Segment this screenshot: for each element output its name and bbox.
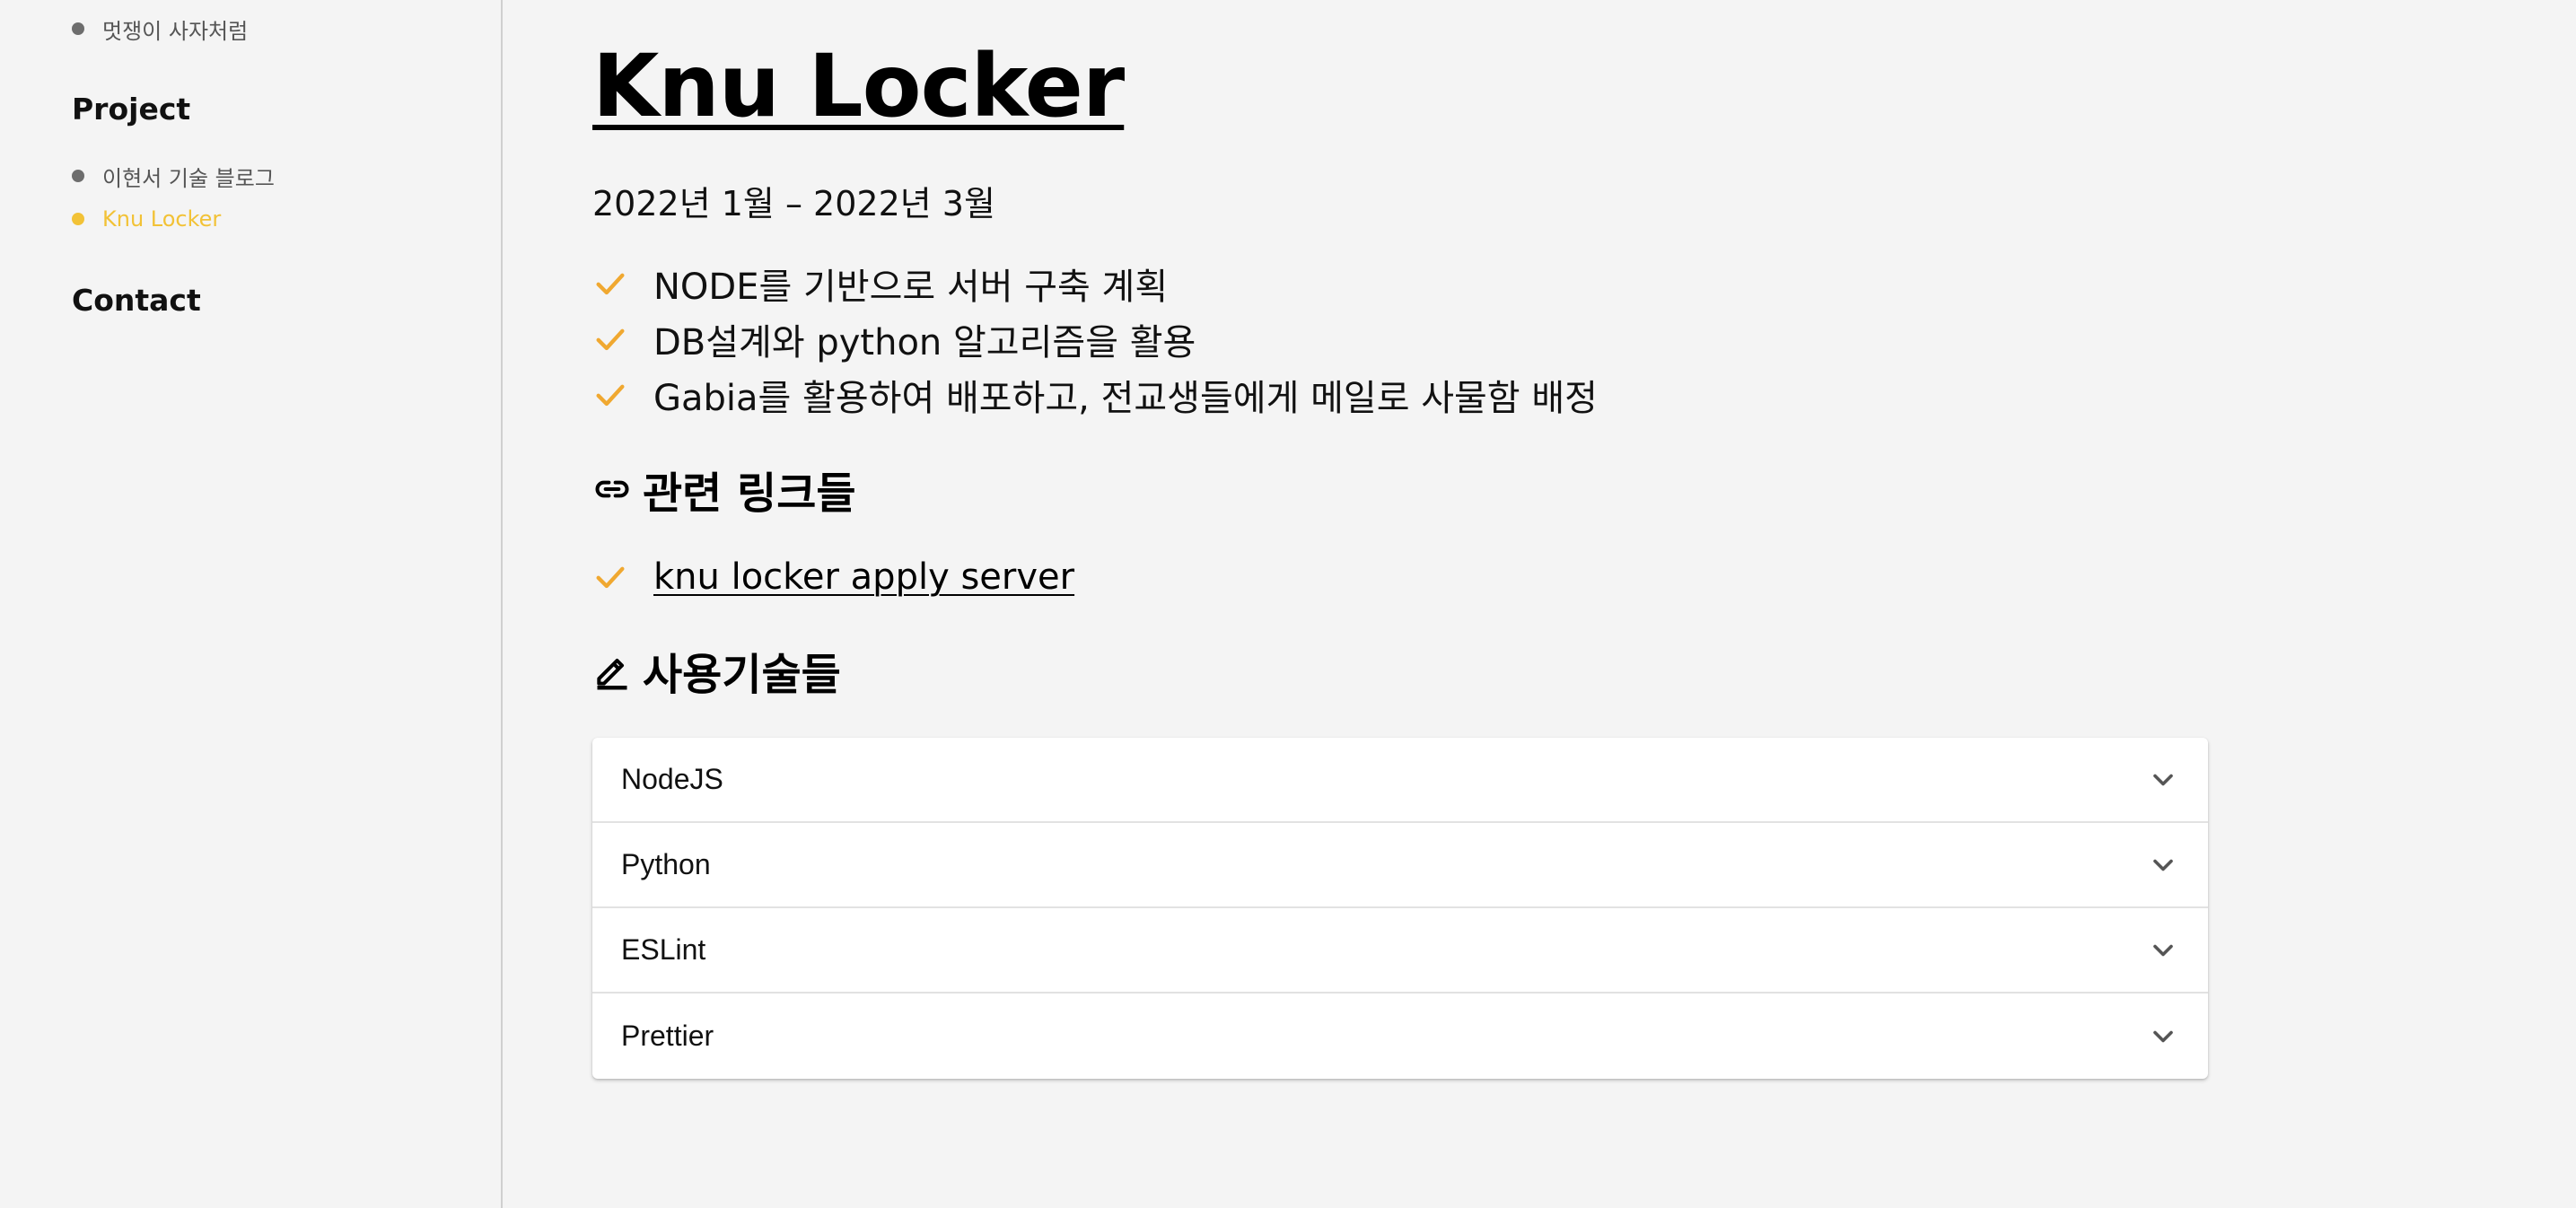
tech-heading-text: 사용기술들: [643, 650, 841, 700]
sidebar-item-tech-blog[interactable]: 이현서 기술 블로그: [72, 154, 275, 197]
link-icon: [595, 480, 629, 498]
pencil-icon: [597, 658, 627, 690]
check-icon: [596, 328, 625, 351]
accordion-label: Python: [621, 848, 711, 880]
chevron-down-icon[interactable]: [2147, 764, 2179, 796]
check-icon: [596, 384, 625, 407]
check-icon: [596, 273, 625, 295]
list-item: DB설계와 python 알고리즘을 활용: [592, 311, 1598, 367]
sidebar-list-project: 이현서 기술 블로그 Knu Locker: [72, 154, 275, 241]
links-heading-text: 관련 링크들: [643, 468, 856, 519]
accordion-item-nodejs[interactable]: NodeJS: [592, 738, 2208, 823]
tech-heading: 사용기술들: [592, 639, 841, 702]
list-item: NODE를 기반으로 서버 구축 계획: [592, 256, 1598, 311]
accordion-label: ESLint: [621, 933, 706, 966]
sidebar-list-top: 멋쟁이 사자처럼: [72, 7, 248, 50]
list-item-text: DB설계와 python 알고리즘을 활용: [653, 322, 1196, 363]
list-item-text: Gabia를 활용하여 배포하고, 전교생들에게 메일로 사물함 배정: [653, 378, 1598, 419]
bullet-dot: [72, 170, 84, 182]
links-list: knu locker apply server: [592, 549, 1074, 605]
list-item-text: NODE를 기반으로 서버 구축 계획: [653, 267, 1169, 308]
page-title: Knu Locker: [592, 36, 1125, 136]
tech-accordion: NodeJS Python ESLint Prettier: [592, 738, 2208, 1079]
sidebar-heading-contact[interactable]: Contact: [72, 283, 201, 318]
sidebar-item-label: Knu Locker: [102, 206, 222, 232]
chevron-down-icon[interactable]: [2147, 1020, 2179, 1053]
bullet-dot: [72, 213, 84, 225]
sidebar: 멋쟁이 사자처럼 Project 이현서 기술 블로그 Knu Locker C…: [0, 0, 503, 1208]
sidebar-heading-project[interactable]: Project: [72, 92, 190, 127]
bullet-dot: [72, 22, 84, 35]
list-item: knu locker apply server: [592, 549, 1074, 605]
accordion-item-prettier[interactable]: Prettier: [592, 994, 2208, 1079]
chevron-down-icon[interactable]: [2147, 934, 2179, 967]
accordion-label: NodeJS: [621, 763, 723, 795]
feature-list: NODE를 기반으로 서버 구축 계획 DB설계와 python 알고리즘을 활…: [592, 256, 1598, 423]
project-date: 2022년 1월 – 2022년 3월: [592, 184, 995, 223]
sidebar-item-label: 멋쟁이 사자처럼: [102, 18, 249, 44]
sidebar-item-label: 이현서 기술 블로그: [102, 165, 275, 191]
links-heading: 관련 링크들: [592, 458, 856, 521]
accordion-item-eslint[interactable]: ESLint: [592, 908, 2208, 994]
sidebar-item-likelion[interactable]: 멋쟁이 사자처럼: [72, 7, 248, 50]
knu-locker-server-link[interactable]: knu locker apply server: [653, 556, 1074, 598]
accordion-label: Prettier: [621, 1020, 714, 1052]
list-item: Gabia를 활용하여 배포하고, 전교생들에게 메일로 사물함 배정: [592, 367, 1598, 423]
accordion-item-python[interactable]: Python: [592, 823, 2208, 908]
sidebar-item-knu-locker[interactable]: Knu Locker: [72, 197, 275, 241]
check-icon: [596, 566, 625, 589]
chevron-down-icon[interactable]: [2147, 849, 2179, 881]
